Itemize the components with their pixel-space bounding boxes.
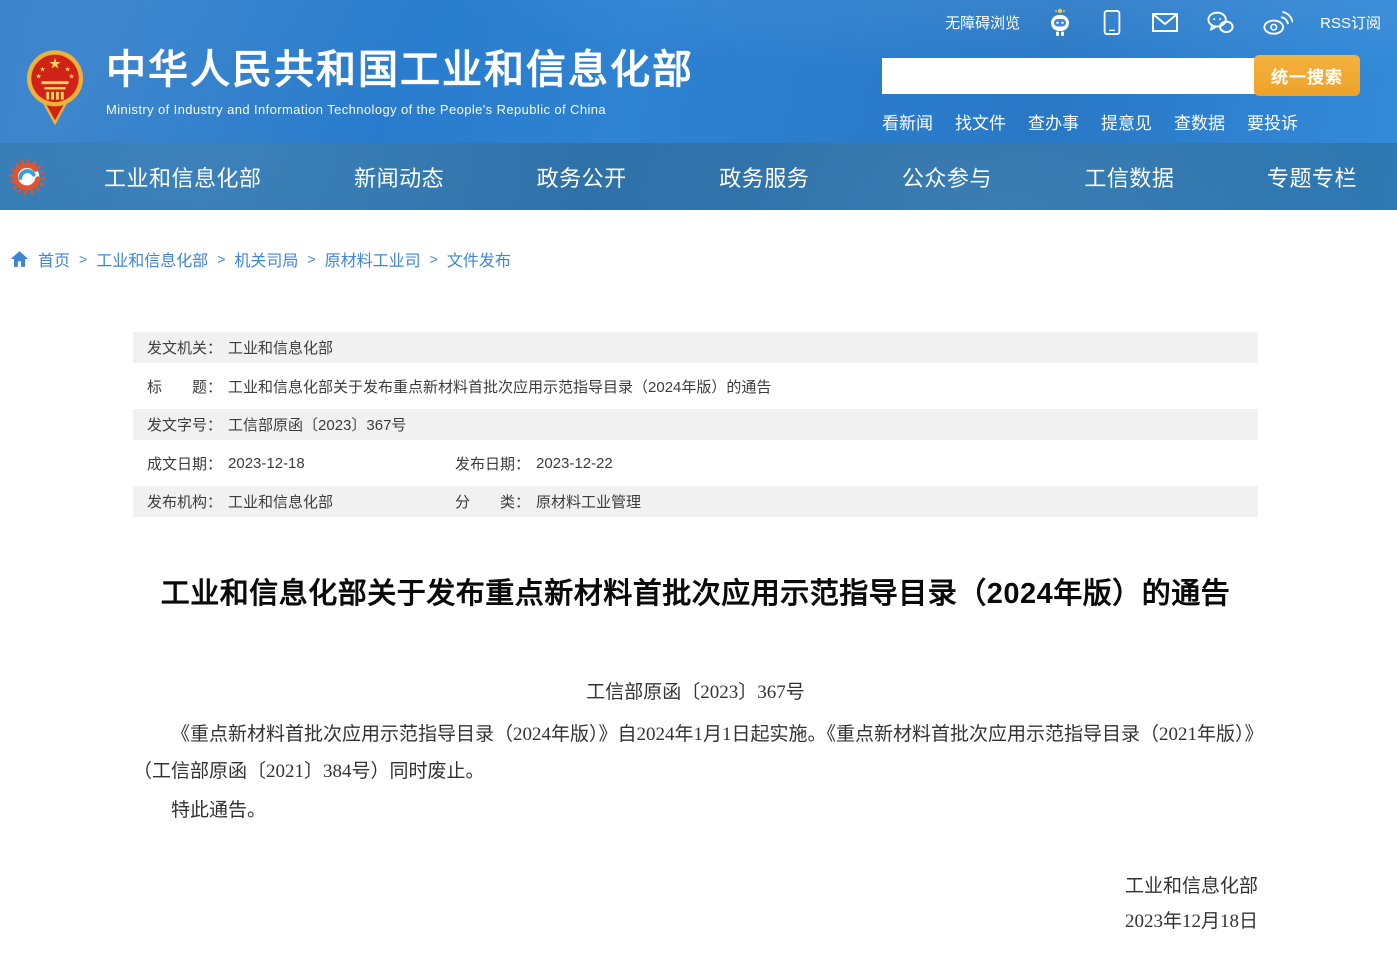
document-content: 发文机关： 工业和信息化部 标 题： 工业和信息化部关于发布重点新材料首批次应用… xyxy=(133,332,1258,939)
breadcrumb-document-release[interactable]: 文件发布 xyxy=(447,247,511,271)
document-paragraph: 特此通告。 xyxy=(133,792,1258,829)
meta-label: 分 类： xyxy=(455,491,530,512)
meta-value: 2023-12-18 xyxy=(228,455,305,472)
meta-value: 工业和信息化部 xyxy=(228,491,333,512)
quick-link-data[interactable]: 查数据 xyxy=(1174,109,1225,134)
nav-item-gov-info[interactable]: 政务公开 xyxy=(537,161,627,193)
breadcrumb: 首页 > 工业和信息化部 > 机关司局 > 原材料工业司 > 文件发布 xyxy=(10,247,1397,271)
robot-assistant-icon[interactable] xyxy=(1047,7,1073,37)
signature-block: 工业和信息化部 2023年12月18日 xyxy=(133,869,1258,939)
meta-label: 发布日期： xyxy=(455,453,530,474)
svg-text:★: ★ xyxy=(36,72,42,80)
document-body: 工信部原函〔2023〕367号 《重点新材料首批次应用示范指导目录（2024年版… xyxy=(133,678,1258,939)
nav-item-news[interactable]: 新闻动态 xyxy=(354,161,444,193)
breadcrumb-home[interactable]: 首页 xyxy=(38,247,70,271)
meta-row-publisher-category: 发布机构： 工业和信息化部 分 类： 原材料工业管理 xyxy=(133,486,1258,517)
quick-links: 看新闻 找文件 查办事 提意见 查数据 要投诉 xyxy=(882,109,1360,134)
meta-row-doc-number: 发文字号： 工信部原函〔2023〕367号 xyxy=(133,409,1258,440)
accessibility-link[interactable]: 无障碍浏览 xyxy=(945,12,1020,33)
quick-link-complaints[interactable]: 要投诉 xyxy=(1247,109,1298,134)
meta-label: 成文日期： xyxy=(147,453,222,474)
meta-value: 工信部原函〔2023〕367号 xyxy=(228,414,406,435)
meta-label: 标 题： xyxy=(147,376,222,397)
brand: ★ ★ ★ ★ ★ 中华人民共和国工业和信息化部 Ministry of Ind… xyxy=(26,44,694,132)
nav-item-public-participation[interactable]: 公众参与 xyxy=(902,161,992,193)
meta-label: 发文机关： xyxy=(147,337,222,358)
nav-item-miit[interactable]: 工业和信息化部 xyxy=(104,161,262,193)
site-header: 无障碍浏览 xyxy=(0,0,1397,143)
weibo-icon[interactable] xyxy=(1262,8,1293,36)
svg-text:★: ★ xyxy=(49,57,62,73)
signature-date: 2023年12月18日 xyxy=(133,904,1258,939)
meta-value: 工业和信息化部 xyxy=(228,337,333,358)
wechat-icon[interactable] xyxy=(1206,9,1235,36)
unified-search-button[interactable]: 统一搜索 xyxy=(1254,55,1360,96)
document-meta-table: 发文机关： 工业和信息化部 标 题： 工业和信息化部关于发布重点新材料首批次应用… xyxy=(133,332,1258,517)
document-paragraph: 《重点新材料首批次应用示范指导目录（2024年版）》自2024年1月1日起实施。… xyxy=(133,716,1258,790)
document-number: 工信部原函〔2023〕367号 xyxy=(133,678,1258,708)
quick-link-services[interactable]: 查办事 xyxy=(1028,109,1079,134)
national-emblem-icon: ★ ★ ★ ★ ★ xyxy=(26,44,84,132)
breadcrumb-departments[interactable]: 机关司局 xyxy=(234,247,298,271)
breadcrumb-separator: > xyxy=(217,251,225,267)
meta-label: 发文字号： xyxy=(147,414,222,435)
search-input[interactable] xyxy=(882,58,1256,94)
site-title: 中华人民共和国工业和信息化部 xyxy=(106,44,694,96)
main-nav: 工业和信息化部 新闻动态 政务公开 政务服务 公众参与 工信数据 专题专栏 xyxy=(0,143,1397,210)
topbar: 无障碍浏览 xyxy=(945,5,1381,39)
site-subtitle: Ministry of Industry and Information Tec… xyxy=(106,102,694,117)
breadcrumb-miit[interactable]: 工业和信息化部 xyxy=(96,247,208,271)
mail-icon[interactable] xyxy=(1151,9,1179,36)
meta-row-dates: 成文日期： 2023-12-18 发布日期： 2023-12-22 xyxy=(133,440,1258,486)
meta-value: 2023-12-22 xyxy=(536,455,613,472)
quick-link-news[interactable]: 看新闻 xyxy=(882,109,933,134)
breadcrumb-raw-materials-dept[interactable]: 原材料工业司 xyxy=(325,247,421,271)
rss-link[interactable]: RSS订阅 xyxy=(1320,12,1381,33)
mobile-icon[interactable] xyxy=(1100,8,1124,37)
breadcrumb-separator: > xyxy=(307,251,315,267)
meta-row-title: 标 题： 工业和信息化部关于发布重点新材料首批次应用示范指导目录（2024年版）… xyxy=(133,363,1258,409)
quick-link-suggestions[interactable]: 提意见 xyxy=(1101,109,1152,134)
meta-row-issuing-authority: 发文机关： 工业和信息化部 xyxy=(133,332,1258,363)
meta-label: 发布机构： xyxy=(147,491,222,512)
svg-text:★: ★ xyxy=(68,72,74,80)
breadcrumb-separator: > xyxy=(79,251,87,267)
svg-text:★: ★ xyxy=(39,66,45,74)
meta-value: 工业和信息化部关于发布重点新材料首批次应用示范指导目录（2024年版）的通告 xyxy=(228,376,771,397)
meta-value: 原材料工业管理 xyxy=(536,491,641,512)
quick-link-files[interactable]: 找文件 xyxy=(955,109,1006,134)
document-title: 工业和信息化部关于发布重点新材料首批次应用示范指导目录（2024年版）的通告 xyxy=(133,570,1258,612)
nav-item-miit-data[interactable]: 工信数据 xyxy=(1084,161,1174,193)
breadcrumb-separator: > xyxy=(430,251,438,267)
nav-items: 工业和信息化部 新闻动态 政务公开 政务服务 公众参与 工信数据 专题专栏 xyxy=(74,161,1357,193)
svg-text:★: ★ xyxy=(65,66,71,74)
miit-logo-icon xyxy=(8,158,46,196)
nav-item-gov-services[interactable]: 政务服务 xyxy=(719,161,809,193)
home-icon[interactable] xyxy=(10,250,29,268)
signature-org: 工业和信息化部 xyxy=(133,869,1258,904)
nav-item-special-topics[interactable]: 专题专栏 xyxy=(1267,161,1357,193)
search-area: 统一搜索 看新闻 找文件 查办事 提意见 查数据 要投诉 xyxy=(882,55,1360,134)
